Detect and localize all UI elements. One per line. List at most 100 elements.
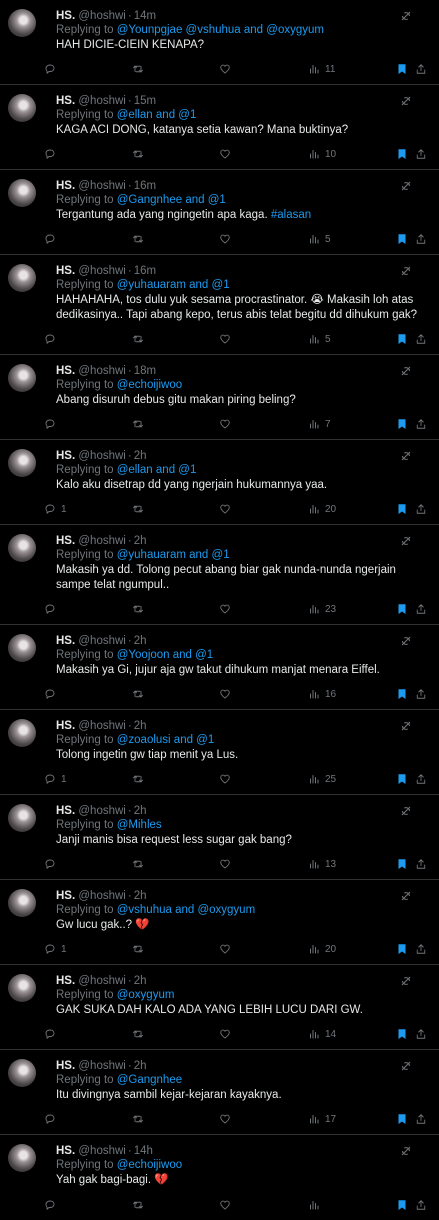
display-name[interactable]: HS. xyxy=(56,720,75,732)
avatar[interactable] xyxy=(8,719,36,747)
views-button[interactable]: 5 xyxy=(308,232,331,246)
views-button[interactable]: 25 xyxy=(308,772,336,786)
tweet[interactable]: HS. @hoshwi · 2h Replying to @yuhauaram an… xyxy=(0,525,439,625)
tweet[interactable]: HS. @hoshwi · 14m Replying to @Younpgjae @… xyxy=(0,0,439,85)
tweet[interactable]: HS. @hoshwi · 16m Replying to @Gangnhee an… xyxy=(0,170,439,255)
tweet[interactable]: HS. @hoshwi · 16m Replying to @yuhauaram a… xyxy=(0,255,439,355)
reply-button[interactable] xyxy=(44,857,61,871)
share-button[interactable] xyxy=(415,232,427,246)
bookmark-button[interactable] xyxy=(396,942,408,956)
bookmark-button[interactable] xyxy=(396,502,408,516)
timestamp[interactable]: 2h xyxy=(134,450,147,462)
grok-icon[interactable] xyxy=(400,365,412,377)
tweet[interactable]: HS. @hoshwi · 14h Replying to @echoijiwoo … xyxy=(0,1135,439,1220)
grok-icon[interactable] xyxy=(400,1145,412,1157)
retweet-button[interactable] xyxy=(132,232,144,246)
grok-icon[interactable] xyxy=(400,535,412,547)
reply-button[interactable] xyxy=(44,602,61,616)
username[interactable]: @hoshwi xyxy=(78,180,125,192)
avatar[interactable] xyxy=(8,94,36,122)
views-button[interactable]: 20 xyxy=(308,942,336,956)
reply-button[interactable] xyxy=(44,687,61,701)
reply-mentions[interactable]: @echoijiwoo xyxy=(117,379,182,391)
views-button[interactable]: 20 xyxy=(308,502,336,516)
like-button[interactable] xyxy=(219,232,231,246)
views-button[interactable]: 11 xyxy=(308,62,335,76)
tweet[interactable]: HS. @hoshwi · 15m Replying to @ellan and @… xyxy=(0,85,439,170)
like-button[interactable] xyxy=(219,417,231,431)
like-button[interactable] xyxy=(219,602,231,616)
reply-button[interactable] xyxy=(44,1112,61,1126)
views-button[interactable]: 7 xyxy=(308,417,331,431)
timestamp[interactable]: 15m xyxy=(134,95,156,107)
share-button[interactable] xyxy=(415,62,427,76)
share-button[interactable] xyxy=(415,147,427,161)
bookmark-button[interactable] xyxy=(396,232,408,246)
display-name[interactable]: HS. xyxy=(56,10,75,22)
tweet[interactable]: HS. @hoshwi · 2h Replying to @vshuhua and … xyxy=(0,880,439,965)
like-button[interactable] xyxy=(219,502,231,516)
bookmark-button[interactable] xyxy=(396,687,408,701)
display-name[interactable]: HS. xyxy=(56,450,75,462)
like-button[interactable] xyxy=(219,942,231,956)
grok-icon[interactable] xyxy=(400,180,412,192)
retweet-button[interactable] xyxy=(132,772,144,786)
bookmark-button[interactable] xyxy=(396,147,408,161)
retweet-button[interactable] xyxy=(132,1112,144,1126)
tweet[interactable]: HS. @hoshwi · 2h Replying to @oxygyum GAK … xyxy=(0,965,439,1050)
retweet-button[interactable] xyxy=(132,502,144,516)
avatar[interactable] xyxy=(8,9,36,37)
display-name[interactable]: HS. xyxy=(56,180,75,192)
views-button[interactable]: 13 xyxy=(308,857,336,871)
retweet-button[interactable] xyxy=(132,602,144,616)
bookmark-button[interactable] xyxy=(396,1198,408,1212)
share-button[interactable] xyxy=(415,1027,427,1041)
avatar[interactable] xyxy=(8,264,36,292)
share-button[interactable] xyxy=(415,602,427,616)
share-button[interactable] xyxy=(415,942,427,956)
display-name[interactable]: HS. xyxy=(56,635,75,647)
timestamp[interactable]: 14m xyxy=(134,10,156,22)
views-button[interactable]: 5 xyxy=(308,332,331,346)
like-button[interactable] xyxy=(219,1112,231,1126)
like-button[interactable] xyxy=(219,62,231,76)
tweet[interactable]: HS. @hoshwi · 2h Replying to @zoaolusi and… xyxy=(0,710,439,795)
grok-icon[interactable] xyxy=(400,450,412,462)
like-button[interactable] xyxy=(219,857,231,871)
grok-icon[interactable] xyxy=(400,95,412,107)
share-button[interactable] xyxy=(415,332,427,346)
retweet-button[interactable] xyxy=(132,1198,144,1212)
views-button[interactable]: 23 xyxy=(308,602,336,616)
display-name[interactable]: HS. xyxy=(56,890,75,902)
grok-icon[interactable] xyxy=(400,890,412,902)
username[interactable]: @hoshwi xyxy=(78,95,125,107)
grok-icon[interactable] xyxy=(400,10,412,22)
grok-icon[interactable] xyxy=(400,635,412,647)
reply-button[interactable] xyxy=(44,417,61,431)
tweet[interactable]: HS. @hoshwi · 2h Replying to @ellan and @1… xyxy=(0,440,439,525)
timestamp[interactable]: 16m xyxy=(134,180,156,192)
reply-mentions[interactable]: @yuhauaram and @1 xyxy=(117,279,230,291)
timestamp[interactable]: 2h xyxy=(134,805,147,817)
grok-icon[interactable] xyxy=(400,805,412,817)
reply-mentions[interactable]: @Yoojoon and @1 xyxy=(117,649,213,661)
reply-mentions[interactable]: @yuhauaram and @1 xyxy=(117,549,230,561)
reply-button[interactable] xyxy=(44,62,61,76)
bookmark-button[interactable] xyxy=(396,602,408,616)
reply-mentions[interactable]: @zoaolusi and @1 xyxy=(117,734,215,746)
reply-button[interactable] xyxy=(44,147,61,161)
grok-icon[interactable] xyxy=(400,265,412,277)
reply-mentions[interactable]: @vshuhua and @oxygyum xyxy=(117,904,255,916)
retweet-button[interactable] xyxy=(132,417,144,431)
share-button[interactable] xyxy=(415,1112,427,1126)
share-button[interactable] xyxy=(415,502,427,516)
views-button[interactable]: 10 xyxy=(308,147,336,161)
share-button[interactable] xyxy=(415,857,427,871)
retweet-button[interactable] xyxy=(132,942,144,956)
share-button[interactable] xyxy=(415,772,427,786)
avatar[interactable] xyxy=(8,364,36,392)
grok-icon[interactable] xyxy=(400,1060,412,1072)
username[interactable]: @hoshwi xyxy=(78,1060,125,1072)
reply-mentions[interactable]: @echoijiwoo xyxy=(117,1159,182,1171)
reply-button[interactable] xyxy=(44,332,61,346)
